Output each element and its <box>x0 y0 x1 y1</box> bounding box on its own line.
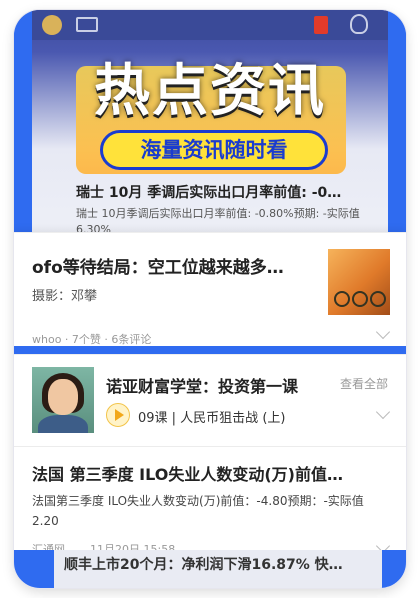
bike-wheel-icon <box>352 291 368 307</box>
avatar[interactable] <box>32 367 94 433</box>
play-icon[interactable] <box>106 403 130 427</box>
hero-topbar <box>32 10 388 40</box>
hero-title: 热点资讯 <box>94 59 326 124</box>
bottom-news-preview[interactable]: 顺丰上市20个月：净利润下滑16.87% 快… <box>54 550 382 588</box>
bike-wheel-icon <box>334 291 350 307</box>
news-body: 法国第三季度 ILO失业人数变动(万)前值：-4.80预期：-实际值2.20 <box>32 494 364 528</box>
lesson-label[interactable]: 09课 | 人民币狙击战 (上) <box>138 407 285 426</box>
hero-news-title[interactable]: 瑞士 10月 季调后实际出口月率前值: -0… <box>76 182 388 202</box>
mail-icon[interactable] <box>76 17 98 32</box>
news-title[interactable]: 法国 第三季度 ILO失业人数变动(万)前值… <box>32 461 343 485</box>
bike-wheel-icon <box>370 291 386 307</box>
hero-screenshot[interactable]: 热点资讯 海量资讯随时看 瑞士 10月 季调后实际出口月率前值: -0… 瑞士 … <box>32 10 388 242</box>
avatar-body <box>38 415 88 433</box>
news-card-ofo[interactable]: ofo等待结局：空工位越来越多… 摄影：邓攀 whoo · 7个赞 · 6条评论 <box>14 232 406 350</box>
chevron-down-icon[interactable] <box>375 404 391 420</box>
news-thumbnail[interactable] <box>328 249 390 315</box>
hero-tagline-pill: 海量资讯随时看 <box>100 130 328 170</box>
bottom-news-title[interactable]: 顺丰上市20个月：净利润下滑16.87% 快… <box>64 554 343 574</box>
hero-section: 热点资讯 海量资讯随时看 瑞士 10月 季调后实际出口月率前值: -0… 瑞士 … <box>14 10 406 242</box>
red-packet-icon[interactable] <box>314 16 328 34</box>
view-all-link[interactable]: 查看全部 <box>340 375 388 392</box>
news-title[interactable]: ofo等待结局：空工位越来越多… <box>32 253 284 278</box>
news-subtitle: 摄影：邓攀 <box>32 289 98 304</box>
avatar-icon[interactable] <box>42 15 62 35</box>
bottom-strip: 顺丰上市20个月：净利润下滑16.87% 快… <box>14 550 406 588</box>
news-card-france[interactable]: 法国 第三季度 ILO失业人数变动(万)前值… 法国第三季度 ILO失业人数变动… <box>14 446 406 566</box>
bulb-icon[interactable] <box>350 14 368 34</box>
course-card[interactable]: 诺亚财富学堂：投资第一课 查看全部 09课 | 人民币狙击战 (上) <box>14 354 406 446</box>
avatar-face <box>48 379 78 415</box>
chevron-down-icon[interactable] <box>375 324 391 340</box>
phone-frame: 热点资讯 海量资讯随时看 瑞士 10月 季调后实际出口月率前值: -0… 瑞士 … <box>14 10 406 588</box>
news-meta: whoo · 7个赞 · 6条评论 <box>32 333 152 346</box>
course-title[interactable]: 诺亚财富学堂：投资第一课 <box>106 373 298 397</box>
